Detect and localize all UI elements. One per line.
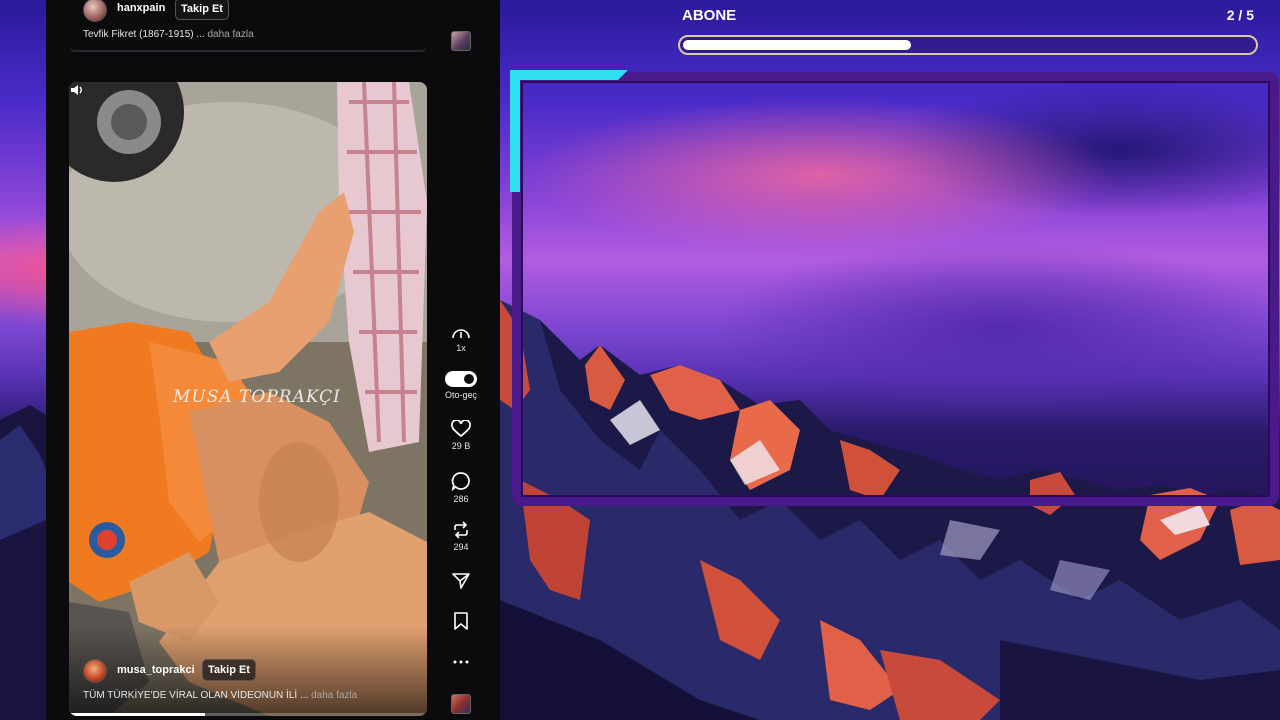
thumbnail-icon bbox=[451, 694, 471, 714]
avatar[interactable] bbox=[83, 659, 107, 683]
comment-button[interactable]: 286 bbox=[440, 471, 482, 504]
thumbnail-icon bbox=[451, 31, 471, 51]
video-caption: TÜM TÜRKİYE'DE VİRAL OLAN VİDEONUN İLİ .… bbox=[83, 690, 357, 701]
post-username[interactable]: hanxpain bbox=[117, 2, 165, 14]
caption-text: TÜM TÜRKİYE'DE VİRAL OLAN VİDEONUN İLİ .… bbox=[83, 690, 309, 701]
subscriber-goal-title: ABONE bbox=[682, 7, 737, 24]
like-button[interactable]: 29 B bbox=[440, 420, 482, 451]
more-options[interactable] bbox=[440, 659, 482, 665]
speedometer-icon bbox=[452, 329, 470, 339]
follow-button[interactable]: Takip Et bbox=[175, 0, 229, 20]
previous-post-footer: hanxpain Takip Et Tevfik Fikret (1867-19… bbox=[69, 0, 427, 52]
action-rail: 1x Oto-geç 29 B 286 294 bbox=[440, 0, 482, 720]
subscriber-goal-bar bbox=[678, 35, 1258, 55]
video-player[interactable]: MUSA TOPRAKÇI musa_toprakci Takip Et TÜM… bbox=[69, 82, 427, 716]
subscriber-goal-count: 2 / 5 bbox=[1226, 7, 1254, 23]
autoplay-toggle[interactable]: Oto-geç bbox=[440, 371, 482, 400]
repost-icon bbox=[454, 521, 468, 539]
next-video-thumb-top[interactable] bbox=[440, 31, 482, 51]
video-progress-fill bbox=[69, 713, 206, 716]
follow-button[interactable]: Takip Et bbox=[202, 659, 256, 681]
video-username[interactable]: musa_toprakci bbox=[117, 664, 195, 676]
autoplay-label: Oto-geç bbox=[444, 390, 477, 400]
speed-control[interactable]: 1x bbox=[440, 326, 482, 353]
bookmark-icon bbox=[454, 612, 468, 630]
frame-corner-accent bbox=[510, 70, 628, 192]
video-watermark: MUSA TOPRAKÇI bbox=[173, 387, 341, 407]
repost-count: 294 bbox=[453, 542, 469, 552]
like-count: 29 B bbox=[451, 441, 471, 451]
toggle-switch[interactable] bbox=[445, 371, 477, 387]
send-icon bbox=[452, 573, 470, 589]
volume-icon[interactable] bbox=[69, 82, 85, 98]
comment-icon bbox=[451, 472, 470, 491]
more-icon bbox=[453, 660, 469, 664]
audio-thumb[interactable] bbox=[440, 694, 482, 714]
comment-count: 286 bbox=[453, 494, 469, 504]
caption-text: Tevfik Fikret (1867-1915) ... bbox=[83, 29, 205, 40]
video-progress-bar[interactable] bbox=[69, 713, 427, 716]
share-button[interactable] bbox=[440, 572, 482, 590]
heart-icon bbox=[451, 420, 471, 438]
more-link[interactable]: daha fazla bbox=[208, 29, 254, 40]
subscriber-goal-fill bbox=[683, 40, 911, 50]
post-caption: Tevfik Fikret (1867-1915) ... daha fazla bbox=[83, 29, 254, 40]
speed-label: 1x bbox=[456, 343, 466, 353]
repost-button[interactable]: 294 bbox=[440, 521, 482, 552]
save-button[interactable] bbox=[440, 612, 482, 630]
avatar[interactable] bbox=[83, 0, 107, 22]
more-link[interactable]: daha fazla bbox=[311, 690, 357, 701]
